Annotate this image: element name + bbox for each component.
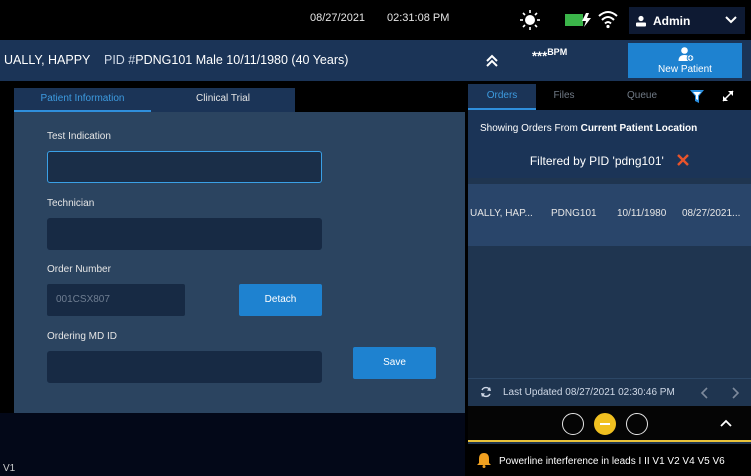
- bpm-value: ***: [532, 48, 548, 64]
- patient-pid: PDNG101: [135, 53, 193, 67]
- chevron-up-icon[interactable]: [720, 418, 732, 428]
- add-user-icon: [678, 47, 694, 62]
- status-bar: 08/27/2021 02:31:08 PM Admin: [0, 0, 751, 40]
- brightness-icon[interactable]: [519, 9, 541, 31]
- order-date: 08/27/2021...: [682, 208, 741, 219]
- lead-label: V1: [3, 463, 16, 474]
- order-pid: PDNG101: [551, 208, 597, 219]
- tab-queue[interactable]: Queue: [614, 84, 670, 110]
- patient-information-form: Test Indication Technician Order Number …: [14, 112, 465, 413]
- alert-message: Powerline interference in leads I II V1 …: [499, 456, 725, 467]
- acquisition-control-bar: [468, 406, 751, 442]
- pid-label: PID #: [104, 53, 136, 67]
- patient-details: Male 10/11/1980 (40 Years): [195, 53, 349, 67]
- status-circle-active[interactable]: [594, 413, 616, 435]
- new-patient-label: New Patient: [658, 64, 712, 75]
- status-circle-right[interactable]: [626, 413, 648, 435]
- alert-bar: Powerline interference in leads I II V1 …: [468, 444, 751, 476]
- patient-name: UALLY, HAPPY: [4, 53, 91, 67]
- last-updated-bar: Last Updated 08/27/2021 02:30:46 PM: [468, 378, 751, 406]
- test-indication-label: Test Indication: [47, 131, 111, 142]
- battery-charging-icon: [565, 13, 591, 27]
- save-button[interactable]: Save: [353, 347, 436, 379]
- showing-location: Current Patient Location: [580, 123, 698, 134]
- expand-icon[interactable]: [721, 89, 735, 103]
- ordering-md-input[interactable]: [47, 351, 322, 383]
- user-icon: [636, 15, 646, 26]
- waveform-area: V1: [0, 413, 465, 476]
- patient-info: PID #PDNG101 Male 10/11/1980 (40 Years): [104, 53, 348, 67]
- filter-status: Filtered by PID 'pdng101': [468, 146, 751, 178]
- new-patient-button[interactable]: New Patient: [628, 43, 742, 78]
- clear-filter-icon[interactable]: [677, 154, 690, 166]
- bell-icon: [477, 453, 491, 468]
- user-name: Admin: [653, 13, 691, 28]
- right-tab-bar: Orders Files Queue: [468, 84, 751, 110]
- status-circle-left[interactable]: [562, 413, 584, 435]
- tab-files[interactable]: Files: [536, 84, 592, 110]
- patient-banner: UALLY, HAPPY PID #PDNG101 Male 10/11/198…: [0, 40, 751, 81]
- last-updated-text: Last Updated 08/27/2021 02:30:46 PM: [503, 387, 675, 398]
- status-time: 02:31:08 PM: [387, 12, 450, 24]
- order-patient-name: UALLY, HAP...: [470, 208, 533, 219]
- user-menu[interactable]: Admin: [629, 7, 745, 34]
- chevron-right-icon[interactable]: [730, 387, 740, 399]
- order-dob: 10/11/1980: [617, 208, 667, 219]
- showing-prefix: Showing Orders From: [480, 123, 581, 134]
- filter-icon[interactable]: [690, 90, 704, 104]
- chevron-left-icon[interactable]: [700, 387, 710, 399]
- heart-rate: ***BPM: [532, 47, 567, 63]
- ordering-md-label: Ordering MD ID: [47, 331, 118, 342]
- orders-panel: Orders Files Queue Showing Orders From C…: [468, 84, 751, 476]
- order-row[interactable]: UALLY, HAP... PDNG101 10/11/1980 08/27/2…: [468, 184, 751, 246]
- order-number-field: 001CSX807: [47, 284, 185, 316]
- filter-text: Filtered by PID 'pdng101': [529, 154, 664, 168]
- wifi-icon: [598, 11, 618, 29]
- tab-patient-information[interactable]: Patient Information: [14, 88, 151, 112]
- order-number-label: Order Number: [47, 264, 111, 275]
- chevron-down-icon: [725, 16, 737, 24]
- bpm-unit: BPM: [547, 47, 568, 57]
- orders-list: UALLY, HAP... PDNG101 10/11/1980 08/27/2…: [468, 178, 751, 378]
- tab-clinical-trial[interactable]: Clinical Trial: [151, 88, 295, 112]
- left-tab-bar: Patient Information Clinical Trial: [0, 88, 465, 112]
- test-indication-input[interactable]: [47, 151, 322, 183]
- detach-button[interactable]: Detach: [239, 284, 322, 316]
- refresh-icon[interactable]: [480, 386, 492, 398]
- orders-location-info: Showing Orders From Current Patient Loca…: [468, 110, 751, 146]
- technician-input[interactable]: [47, 218, 322, 250]
- technician-label: Technician: [47, 198, 95, 209]
- tab-orders[interactable]: Orders: [468, 84, 536, 110]
- status-date: 08/27/2021: [310, 12, 366, 24]
- collapse-up-icon[interactable]: [485, 54, 499, 68]
